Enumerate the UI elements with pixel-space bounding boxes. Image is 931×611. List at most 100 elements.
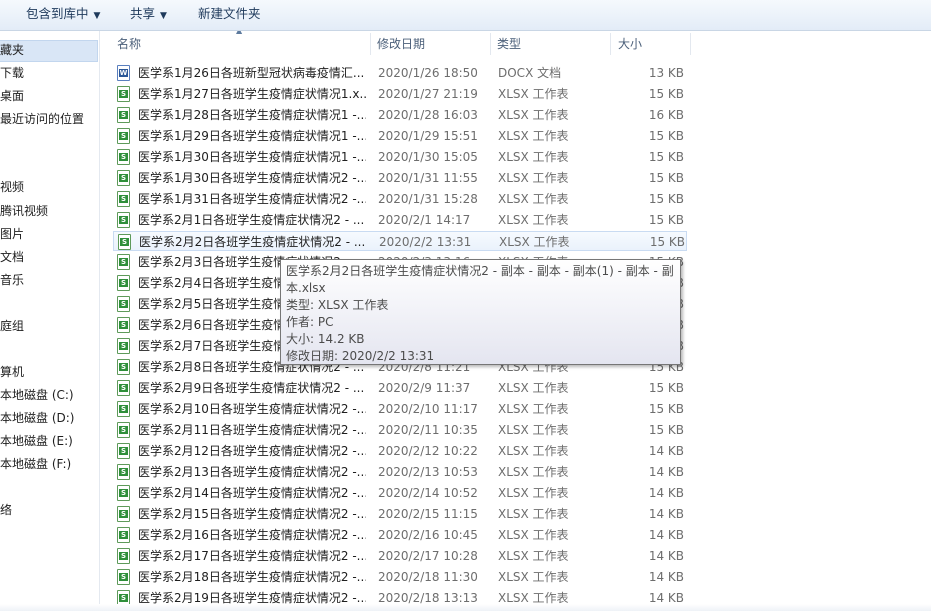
nav-item-tencent-video[interactable]: 腾讯视频 <box>0 201 48 221</box>
sheet-badge-icon: S <box>119 384 128 392</box>
file-type: XLSX 工作表 <box>499 235 570 249</box>
nav-item-downloads[interactable]: 下载 <box>0 63 24 83</box>
file-date-modified: 2020/1/31 15:28 <box>378 192 478 206</box>
sheet-badge-icon: S <box>119 111 128 119</box>
file-type: XLSX 工作表 <box>498 570 569 584</box>
nav-item-videos[interactable]: 视频 <box>0 177 24 197</box>
tooltip-size: 大小: 14.2 KB <box>286 332 365 346</box>
nav-item-music[interactable]: 音乐 <box>0 270 24 290</box>
new-folder-label: 新建文件夹 <box>198 6 261 21</box>
new-folder-button[interactable]: 新建文件夹 <box>198 0 261 30</box>
xlsx-file-icon: S <box>117 527 130 543</box>
xlsx-file-icon: S <box>117 506 130 522</box>
xlsx-file-icon: S <box>117 380 130 396</box>
sheet-badge-icon: S <box>119 279 128 287</box>
nav-item-label: 本地磁盘 (F:) <box>0 457 72 471</box>
nav-item-favorites[interactable]: 藏夹 <box>0 40 98 62</box>
share-label: 共享 <box>130 6 156 21</box>
xlsx-file-icon: S <box>117 401 130 417</box>
sheet-badge-icon: S <box>119 405 128 413</box>
file-row[interactable]: S 医学系2月11日各班学生疫情症状情况2 -... 2020/2/11 10:35… <box>113 420 687 440</box>
file-row[interactable]: S 医学系2月2日各班学生疫情症状情况2 - ... 2020/2/2 13:31 X… <box>113 231 687 251</box>
nav-item-desktop[interactable]: 桌面 <box>0 86 24 106</box>
file-row[interactable]: S 医学系2月17日各班学生疫情症状情况2 -... 2020/2/17 10:28… <box>113 546 687 566</box>
file-date-modified: 2020/2/11 10:35 <box>378 423 478 437</box>
file-info-tooltip: 医学系2月2日各班学生疫情症状情况2 - 副本 - 副本 - 副本(1) - 副… <box>280 259 681 365</box>
file-row[interactable]: W 医学系1月26日各班新型冠状病毒疫情汇... 2020/1/26 18:50 DO… <box>113 63 687 83</box>
column-separator[interactable] <box>610 33 611 55</box>
sheet-badge-icon: S <box>119 552 128 560</box>
sheet-badge-icon: S <box>119 90 128 98</box>
file-date-modified: 2020/1/29 15:51 <box>378 129 478 143</box>
nav-item-computer[interactable]: 算机 <box>0 362 24 382</box>
column-separator[interactable] <box>690 33 691 55</box>
nav-item-network[interactable]: 络 <box>0 500 12 520</box>
column-header-type[interactable]: 类型 <box>497 31 521 57</box>
sheet-badge-icon: S <box>119 195 128 203</box>
file-size: 15 KB <box>649 235 685 249</box>
file-row[interactable]: S 医学系2月12日各班学生疫情症状情况2 -... 2020/2/12 10:22… <box>113 441 687 461</box>
file-row[interactable]: S 医学系2月18日各班学生疫情症状情况2 -... 2020/2/18 11:30… <box>113 567 687 587</box>
nav-item-drive-f[interactable]: 本地磁盘 (F:) <box>0 454 71 474</box>
file-row[interactable]: S 医学系2月9日各班学生疫情症状情况2 - ... 2020/2/9 11:37 X… <box>113 378 687 398</box>
xlsx-file-icon: S <box>117 128 130 144</box>
sheet-badge-icon: S <box>119 573 128 581</box>
file-name: 医学系1月27日各班学生疫情症状情况1.x... <box>138 87 366 101</box>
file-row[interactable]: S 医学系1月28日各班学生疫情症状情况1 -... 2020/1/28 16:03… <box>113 105 687 125</box>
nav-item-label: 最近访问的位置 <box>0 112 85 126</box>
sheet-badge-icon: S <box>119 531 128 539</box>
file-type: XLSX 工作表 <box>498 213 569 227</box>
sheet-badge-icon: S <box>119 426 128 434</box>
file-row[interactable]: S 医学系2月14日各班学生疫情症状情况2 -... 2020/2/14 10:52… <box>113 483 687 503</box>
file-size: 15 KB <box>648 213 684 227</box>
share-button[interactable]: 共享 ▼ <box>130 0 167 30</box>
column-header-name[interactable]: 名称 <box>117 31 141 57</box>
xlsx-file-icon: S <box>117 359 130 375</box>
file-row[interactable]: S 医学系2月13日各班学生疫情症状情况2 -... 2020/2/13 10:53… <box>113 462 687 482</box>
file-row[interactable]: S 医学系2月15日各班学生疫情症状情况2 -... 2020/2/15 11:15… <box>113 504 687 524</box>
file-size: 14 KB <box>648 444 684 458</box>
sheet-badge-icon: S <box>119 300 128 308</box>
nav-item-recent-places[interactable]: 最近访问的位置 <box>0 109 84 129</box>
column-header-date-modified[interactable]: 修改日期 <box>377 31 425 57</box>
column-header-size[interactable]: 大小 <box>618 31 642 57</box>
nav-item-drive-c[interactable]: 本地磁盘 (C:) <box>0 385 74 405</box>
file-row[interactable]: S 医学系1月27日各班学生疫情症状情况1.x... 2020/1/27 21:19… <box>113 84 687 104</box>
file-row[interactable]: S 医学系2月10日各班学生疫情症状情况2 -... 2020/2/10 11:17… <box>113 399 687 419</box>
file-row[interactable]: S 医学系1月31日各班学生疫情症状情况2 -... 2020/1/31 15:28… <box>113 189 687 209</box>
sheet-badge-icon: S <box>119 363 128 371</box>
column-separator[interactable] <box>370 33 371 55</box>
nav-item-label: 本地磁盘 (E:) <box>0 434 73 448</box>
include-in-library-button[interactable]: 包含到库中 ▼ <box>26 0 100 30</box>
file-name: 医学系2月13日各班学生疫情症状情况2 -... <box>138 465 366 479</box>
file-row[interactable]: S 医学系1月30日各班学生疫情症状情况2 -... 2020/1/31 11:55… <box>113 168 687 188</box>
file-date-modified: 2020/2/12 10:22 <box>378 444 478 458</box>
file-date-modified: 2020/2/17 10:28 <box>378 549 478 563</box>
file-name: 医学系1月30日各班学生疫情症状情况2 -... <box>138 171 366 185</box>
file-size: 15 KB <box>648 150 684 164</box>
file-type: XLSX 工作表 <box>498 549 569 563</box>
file-name: 医学系1月26日各班新型冠状病毒疫情汇... <box>138 66 365 80</box>
nav-item-label: 络 <box>0 503 13 517</box>
file-row[interactable]: S 医学系2月16日各班学生疫情症状情况2 -... 2020/2/16 10:45… <box>113 525 687 545</box>
column-header-label: 大小 <box>618 37 643 51</box>
file-type: XLSX 工作表 <box>498 87 569 101</box>
nav-item-homegroup[interactable]: 庭组 <box>0 316 24 336</box>
nav-item-documents[interactable]: 文档 <box>0 247 24 267</box>
nav-item-pictures[interactable]: 图片 <box>0 224 24 244</box>
nav-item-drive-d[interactable]: 本地磁盘 (D:) <box>0 408 74 428</box>
column-separator[interactable] <box>490 33 491 55</box>
sheet-badge-icon: S <box>119 258 128 266</box>
file-type: DOCX 文档 <box>498 66 562 80</box>
file-row[interactable]: S 医学系2月1日各班学生疫情症状情况2 - ... 2020/2/1 14:17 X… <box>113 210 687 230</box>
xlsx-file-icon: S <box>117 485 130 501</box>
nav-item-drive-e[interactable]: 本地磁盘 (E:) <box>0 431 73 451</box>
file-name: 医学系2月17日各班学生疫情症状情况2 -... <box>138 549 366 563</box>
file-row[interactable]: S 医学系1月30日各班学生疫情症状情况1 -... 2020/1/30 15:05… <box>113 147 687 167</box>
nav-item-label: 下载 <box>0 66 25 80</box>
file-size: 14 KB <box>648 465 684 479</box>
xlsx-file-icon: S <box>118 234 131 250</box>
file-size: 14 KB <box>648 486 684 500</box>
file-size: 15 KB <box>648 192 684 206</box>
file-row[interactable]: S 医学系1月29日各班学生疫情症状情况1 -... 2020/1/29 15:51… <box>113 126 687 146</box>
